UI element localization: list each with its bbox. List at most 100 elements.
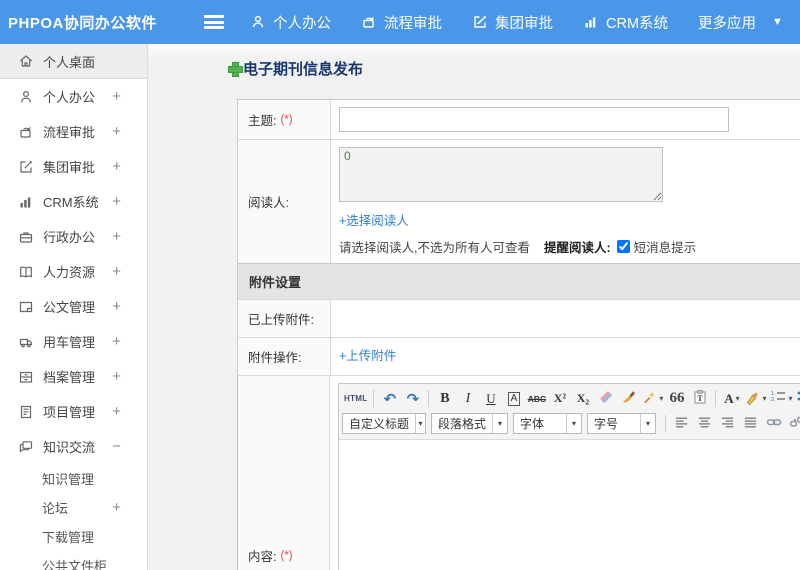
nav-crm-system[interactable]: CRM系统 [583,12,668,33]
align-justify-icon [743,415,758,433]
content-label: 内容: (*) [237,376,330,570]
remind-readers-label: 提醒阅读人: [543,241,611,255]
font-family-select[interactable]: 字体 ▾ [513,413,583,434]
readers-label: 阅读人: [238,140,331,263]
bold-button[interactable]: B [434,388,455,409]
sidebar-item-archive-management[interactable]: 档案管理 + [0,359,147,394]
expand-plus-icon[interactable]: + [112,263,121,280]
subject-input[interactable] [339,107,729,132]
edit-icon [18,159,34,175]
rich-text-editor: HTML ↶ ↷ B I U A ABC X² X₂ ▾ 66 T A ▾ ▾ … [338,383,800,570]
hamburger-menu-icon[interactable] [204,15,224,29]
nav-personal-office[interactable]: 个人办公 [250,12,331,33]
subscript-button[interactable]: X₂ [572,388,593,409]
sidebar-subitem-public-file-cabinet[interactable]: 公共文件柜 [0,551,147,570]
format-brush-button[interactable] [618,388,639,409]
expand-plus-icon[interactable]: + [112,499,121,516]
font-size-select[interactable]: 字号 ▾ [587,413,657,434]
align-left-button[interactable] [671,413,692,434]
sidebar-item-knowledge-exchange[interactable]: 知识交流 − [0,429,147,464]
superscript-button[interactable]: X² [549,388,570,409]
highlight-color-button[interactable]: ▾ [744,388,767,409]
undo-button[interactable]: ↶ [379,388,400,409]
align-left-icon [674,415,689,433]
page-title: 电子期刊信息发布 [228,58,800,79]
sidebar-subitem-forum[interactable]: 论坛 + [0,493,147,522]
strikethrough-button[interactable]: ABC [526,388,547,409]
content-row: 内容: (*) HTML ↶ ↷ B I U A ABC X² X₂ ▾ 66 … [237,375,800,570]
sidebar-item-workflow-approval[interactable]: 流程审批 + [0,114,147,149]
expand-plus-icon[interactable]: + [112,403,121,420]
font-style-button[interactable]: A [503,388,524,409]
align-center-button[interactable] [694,413,715,434]
app-title: PHPOA协同办公软件 [8,14,157,32]
paragraph-format-select[interactable]: 段落格式 ▾ [431,413,509,434]
sidebar-item-project-management[interactable]: 项目管理 + [0,394,147,429]
flow-icon [18,124,34,140]
car-icon [18,334,34,350]
editor-toolbar-row-1: HTML ↶ ↷ B I U A ABC X² X₂ ▾ 66 T A ▾ ▾ … [342,386,800,411]
align-right-button[interactable] [717,413,738,434]
expand-plus-icon[interactable]: + [112,228,121,245]
expand-plus-icon[interactable]: + [112,88,121,105]
ordered-list-button[interactable]: 1. 2. ▾ [769,388,793,409]
sidebar-item-human-resources[interactable]: 人力资源 + [0,254,147,289]
project-icon [18,404,34,420]
caret-down-icon: ▾ [788,394,793,403]
source-code-button[interactable]: HTML [343,388,368,409]
font-color-button[interactable]: A ▾ [721,388,742,409]
home-icon [18,53,34,69]
caret-down-icon: ▾ [762,394,767,403]
caret-down-icon: ▾ [640,414,655,433]
caret-down-icon[interactable]: ▼ [772,16,783,28]
add-plus-icon [228,62,243,77]
sidebar-item-document-management[interactable]: 公文管理 + [0,289,147,324]
nav-workflow-approval[interactable]: 流程审批 [361,12,442,33]
upload-attachment-link[interactable]: +上传附件 [339,345,396,364]
sidebar-subitem-knowledge-management[interactable]: 知识管理 [0,464,147,493]
attachment-ops-row: 附件操作: +上传附件 [238,337,800,375]
expand-plus-icon[interactable]: + [112,193,121,210]
uploaded-attachments-value [331,300,800,337]
expand-plus-icon[interactable]: + [112,298,121,315]
unordered-list-button[interactable]: ▾ [795,388,800,409]
editor-content-area[interactable] [339,440,800,570]
sidebar-item-admin-office[interactable]: 行政办公 + [0,219,147,254]
sidebar-item-crm-system[interactable]: CRM系统 + [0,184,147,219]
nav-group-approval[interactable]: 集团审批 [472,12,553,33]
sidebar-subitem-download-management[interactable]: 下载管理 [0,522,147,551]
sms-notify-checkbox[interactable] [616,240,630,253]
sidebar-item-vehicle-management[interactable]: 用车管理 + [0,324,147,359]
italic-button[interactable]: I [457,388,478,409]
blockquote-button[interactable]: 66 [666,388,687,409]
heading-style-select[interactable]: 自定义标题 ▾ [342,413,426,434]
underline-button[interactable]: U [480,388,501,409]
align-justify-button[interactable] [740,413,761,434]
required-mark: (*) [280,113,293,126]
caret-down-icon: ▾ [735,394,740,403]
insert-link-button[interactable] [763,413,784,434]
sidebar-item-group-approval[interactable]: 集团审批 + [0,149,147,184]
expand-plus-icon[interactable]: + [112,158,121,175]
link-icon [766,414,782,433]
sms-notify-label: 短消息提示 [633,241,697,255]
sidebar-item-personal-desktop[interactable]: 个人桌面 [0,44,147,79]
unordered-list-icon [796,389,800,408]
autotypeset-wand-button[interactable]: ▾ [641,388,664,409]
paste-text-button[interactable]: T [689,388,710,409]
chat-icon [18,439,34,455]
publish-form: 主题: (*) 阅读人: 0 +选择阅读人 请选择阅读人,不选为所有人可查看 提… [237,99,800,570]
sidebar-item-personal-office[interactable]: 个人办公 + [0,79,147,114]
expand-plus-icon[interactable]: + [112,123,121,140]
select-readers-link[interactable]: +选择阅读人 [339,210,409,229]
nav-more-apps[interactable]: 更多应用 [698,12,756,33]
readers-textarea[interactable]: 0 [339,147,663,202]
expand-plus-icon[interactable]: + [112,368,121,385]
briefcase-icon [18,229,34,245]
collapse-minus-icon[interactable]: − [112,438,121,455]
redo-button[interactable]: ↷ [402,388,423,409]
eraser-button[interactable] [595,388,616,409]
remove-link-button[interactable] [786,413,800,434]
readers-hint: 请选择阅读人,不选为所有人可查看 提醒阅读人: 短消息提示 [339,237,800,256]
expand-plus-icon[interactable]: + [112,333,121,350]
